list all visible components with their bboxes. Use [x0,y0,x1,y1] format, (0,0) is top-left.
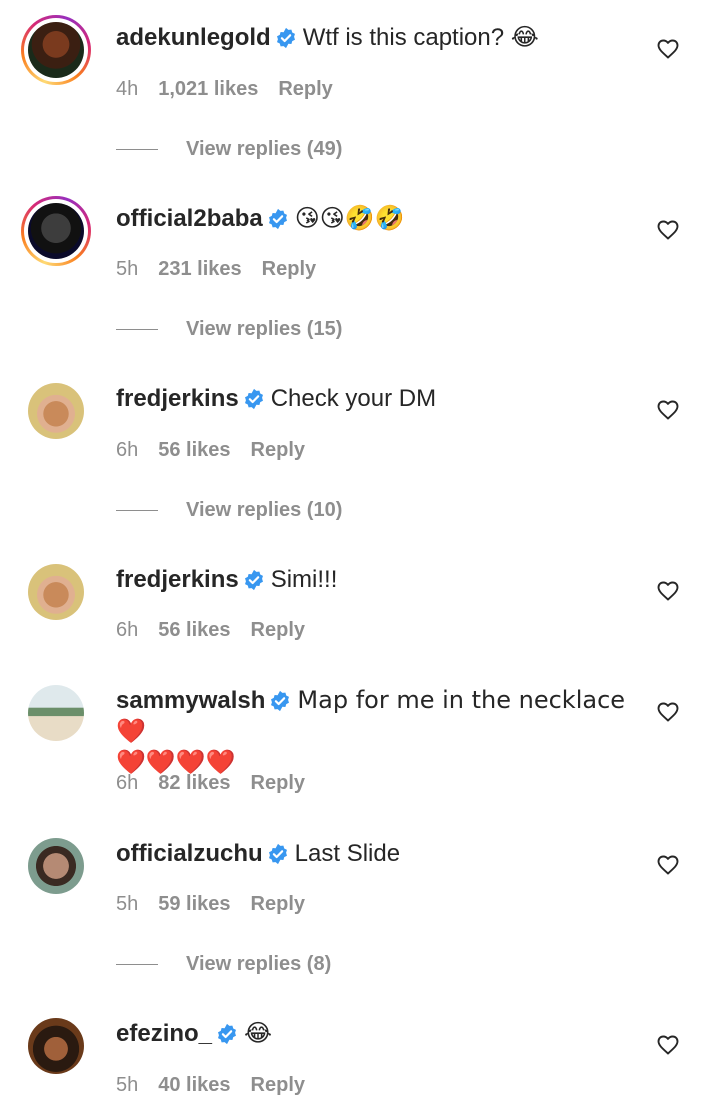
heart-outline-icon[interactable] [656,853,680,877]
timestamp: 6h [116,772,139,794]
view-replies-label: View replies (49) [186,138,343,160]
likes-count[interactable]: 56 likes [158,439,230,461]
view-replies-label: View replies (10) [186,499,343,521]
username[interactable]: officialzuchu [116,840,263,867]
verified-badge-icon [216,1023,238,1045]
verified-badge-icon [275,27,297,49]
likes-count[interactable]: 56 likes [158,619,230,641]
avatar[interactable] [28,1018,84,1074]
reply-button[interactable]: Reply [251,1074,305,1096]
verified-badge-icon [267,843,289,865]
reply-button[interactable]: Reply [251,439,305,461]
username[interactable]: adekunlegold [116,24,271,51]
avatar[interactable] [21,196,91,266]
avatar[interactable] [28,564,84,620]
timestamp: 5h [116,1074,139,1096]
avatar[interactable] [21,15,91,85]
avatar[interactable] [28,838,84,894]
username[interactable]: fredjerkins [116,385,239,412]
username[interactable]: efezino_ [116,1020,212,1047]
timestamp: 6h [116,439,139,461]
reply-button[interactable]: Reply [251,619,305,641]
timestamp: 6h [116,619,139,641]
divider [116,149,158,151]
likes-count[interactable]: 231 likes [158,258,241,280]
heart-outline-icon[interactable] [656,398,680,422]
comment-text: Last Slide [294,840,401,867]
likes-count[interactable]: 40 likes [158,1074,230,1096]
comment-text: 😘😘🤣🤣 [294,204,405,232]
timestamp: 5h [116,258,139,280]
view-replies-label: View replies (15) [186,318,343,340]
avatar[interactable] [28,383,84,439]
heart-outline-icon[interactable] [656,700,680,724]
heart-outline-icon[interactable] [656,1033,680,1057]
divider [116,510,158,512]
comment-text: Wtf is this caption? 😂 [302,24,539,51]
likes-count[interactable]: 82 likes [158,772,230,794]
comment-text: Check your DM [270,385,437,412]
heart-outline-icon[interactable] [656,218,680,242]
likes-count[interactable]: 1,021 likes [158,78,258,100]
username[interactable]: sammywalsh [116,687,265,714]
view-replies-button[interactable]: View replies (49) [116,138,342,161]
reply-button[interactable]: Reply [251,772,305,794]
verified-badge-icon [267,208,289,230]
verified-badge-icon [269,690,291,712]
reply-button[interactable]: Reply [262,258,316,280]
heart-outline-icon[interactable] [656,579,680,603]
verified-badge-icon [243,388,265,410]
username[interactable]: fredjerkins [116,566,239,593]
reply-button[interactable]: Reply [251,893,305,915]
divider [116,964,158,966]
comment-text: Simi!!! [270,566,338,593]
timestamp: 4h [116,78,139,100]
comment-text: 😂 [244,1019,273,1047]
heart-outline-icon[interactable] [656,37,680,61]
username[interactable]: official2baba [116,205,263,232]
view-replies-button[interactable]: View replies (10) [116,499,342,522]
reply-button[interactable]: Reply [278,78,332,100]
divider [116,329,158,331]
view-replies-label: View replies (8) [186,953,332,975]
avatar[interactable] [28,685,84,741]
view-replies-button[interactable]: View replies (15) [116,318,342,341]
likes-count[interactable]: 59 likes [158,893,230,915]
timestamp: 5h [116,893,139,915]
verified-badge-icon [243,569,265,591]
view-replies-button[interactable]: View replies (8) [116,953,331,976]
